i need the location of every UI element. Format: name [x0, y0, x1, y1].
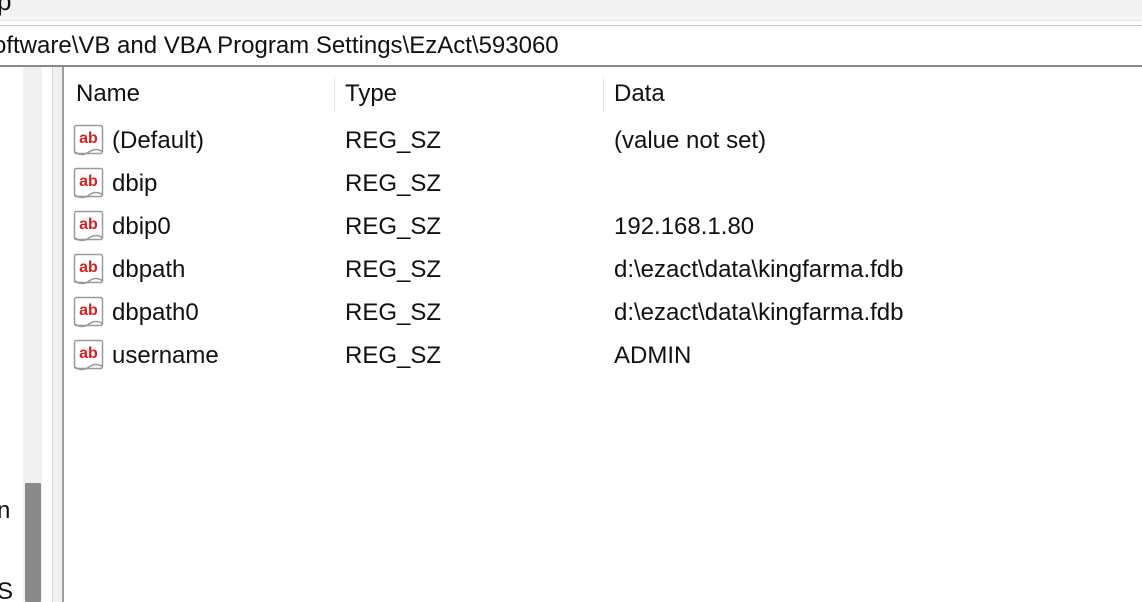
value-type: REG_SZ — [345, 127, 442, 154]
value-type: REG_SZ — [345, 256, 442, 283]
string-value-icon: ab — [73, 210, 104, 242]
registry-value-row[interactable]: ab dbpath REG_SZ d:\ezact\data\kingfarma… — [64, 248, 1142, 291]
address-path[interactable]: oftware\VB and VBA Program Settings\EzAc… — [0, 31, 559, 61]
registry-editor-window: p oftware\VB and VBA Program Settings\Ez… — [0, 0, 1142, 602]
column-header-data[interactable]: Data — [614, 75, 1114, 113]
value-name: dbip — [112, 170, 158, 197]
svg-text:ab: ab — [79, 173, 98, 190]
value-name: (Default) — [112, 127, 205, 154]
values-list[interactable]: Name Type Data ab (Default) REG_SZ (valu… — [64, 67, 1142, 602]
value-data: (value not set) — [614, 127, 767, 154]
column-header-name[interactable]: Name — [76, 75, 331, 113]
string-value-icon: ab — [73, 167, 104, 199]
tree-item-partial[interactable]: n — [0, 499, 10, 523]
registry-value-row[interactable]: ab dbip REG_SZ — [64, 162, 1142, 205]
string-value-icon: ab — [73, 124, 104, 156]
registry-value-row[interactable]: ab dbpath0 REG_SZ d:\ezact\data\kingfarm… — [64, 291, 1142, 334]
menu-bar: p — [0, 0, 1142, 21]
registry-value-row[interactable]: ab username REG_SZ ADMIN — [64, 334, 1142, 377]
value-data: 192.168.1.80 — [614, 213, 755, 240]
pane-splitter[interactable] — [52, 67, 64, 602]
column-header-row: Name Type Data — [64, 75, 1142, 113]
column-divider[interactable] — [334, 77, 335, 113]
registry-tree-pane[interactable]: n S — [0, 67, 52, 602]
value-name: username — [112, 342, 219, 369]
value-type: REG_SZ — [345, 342, 442, 369]
tree-scrollbar-thumb[interactable] — [25, 483, 41, 602]
svg-text:ab: ab — [79, 216, 98, 233]
string-value-icon: ab — [73, 339, 104, 371]
address-bar[interactable]: oftware\VB and VBA Program Settings\EzAc… — [0, 25, 1142, 67]
value-type: REG_SZ — [345, 170, 442, 197]
svg-text:ab: ab — [79, 259, 98, 276]
value-name: dbpath — [112, 256, 186, 283]
svg-text:ab: ab — [79, 130, 98, 147]
registry-value-row[interactable]: ab dbip0 REG_SZ 192.168.1.80 — [64, 205, 1142, 248]
value-data: d:\ezact\data\kingfarma.fdb — [614, 256, 904, 283]
column-header-type[interactable]: Type — [345, 75, 600, 113]
registry-value-row[interactable]: ab (Default) REG_SZ (value not set) — [64, 119, 1142, 162]
column-divider[interactable] — [603, 77, 604, 113]
value-type: REG_SZ — [345, 299, 442, 326]
menu-item-help[interactable]: p — [0, 0, 11, 14]
svg-text:ab: ab — [79, 302, 98, 319]
value-name: dbpath0 — [112, 299, 199, 326]
svg-text:ab: ab — [79, 345, 98, 362]
value-data: ADMIN — [614, 342, 692, 369]
value-data: d:\ezact\data\kingfarma.fdb — [614, 299, 904, 326]
tree-item-partial[interactable]: S — [0, 580, 13, 602]
string-value-icon: ab — [73, 296, 104, 328]
string-value-icon: ab — [73, 253, 104, 285]
value-name: dbip0 — [112, 213, 171, 240]
value-type: REG_SZ — [345, 213, 442, 240]
